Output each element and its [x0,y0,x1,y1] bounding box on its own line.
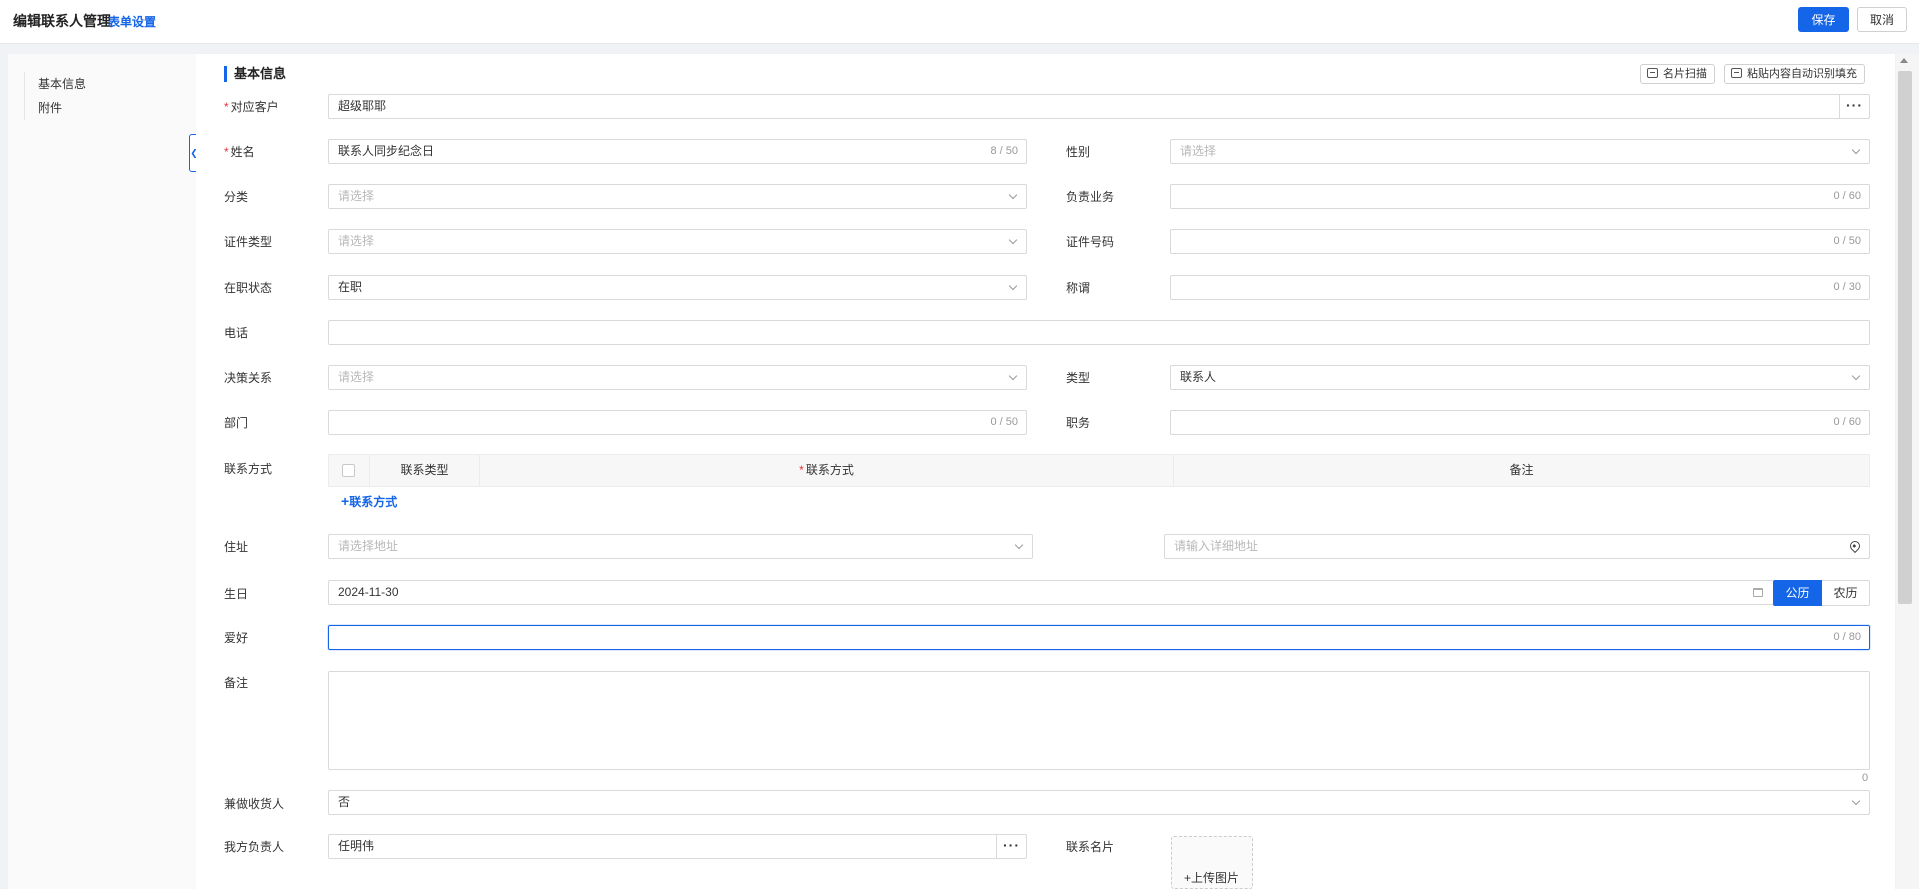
char-count: 0 / 30 [1833,281,1861,293]
remark-textarea[interactable] [328,671,1870,770]
char-count: 8 / 50 [990,145,1018,157]
position-input[interactable]: 0 / 60 [1170,410,1870,435]
column-header: * 联系方式 [480,455,1174,486]
more-icon[interactable]: ··· [1839,95,1869,118]
more-icon[interactable]: ··· [996,835,1026,858]
contact-methods-label: 联系方式 [224,462,273,476]
business-label: 负责业务 [1066,190,1115,204]
receiver-label: 兼做收货人 [224,797,285,811]
char-count: 0 / 50 [990,416,1018,428]
plus-icon: + [1184,871,1192,885]
solar-calendar-toggle[interactable]: 公历 [1773,580,1822,606]
scrollbar-thumb[interactable] [1898,71,1912,604]
category-label: 分类 [224,190,249,204]
section-title: 基本信息 [224,66,286,82]
name-input[interactable]: 联系人同步纪念日 8 / 50 [328,139,1027,164]
customer-field[interactable]: 超级耶耶 ··· [328,94,1870,119]
owner-field[interactable]: 任明伟 ··· [328,834,1027,859]
birthday-date-picker[interactable]: 2024-11-30 [328,580,1774,605]
name-value: 联系人同步纪念日 [338,144,435,158]
phone-label: 电话 [224,326,249,340]
appellation-input[interactable]: 0 / 30 [1170,275,1870,300]
chevron-down-icon [1851,371,1861,381]
id-type-select[interactable]: 请选择 [328,229,1027,254]
chevron-down-icon [1008,281,1018,291]
customer-label: * 对应客户 [224,100,279,114]
hobby-input[interactable]: 0 / 80 [328,625,1870,650]
upload-image-button[interactable]: +上传图片 [1171,836,1253,889]
select-all-checkbox[interactable] [342,464,355,477]
department-label: 部门 [224,416,249,430]
receiver-select[interactable]: 否 [328,790,1870,815]
sidebar: 基本信息 附件 [8,54,196,889]
add-contact-method-button[interactable]: +联系方式 [341,493,397,510]
char-count: 0 [1862,772,1869,784]
card-image-label: 联系名片 [1066,840,1115,854]
section-nav: 基本信息 附件 [24,72,86,120]
category-select[interactable]: 请选择 [328,184,1027,209]
form-settings-link[interactable]: 表单设置 [108,13,156,30]
scroll-up-icon[interactable] [1900,58,1908,63]
hobby-label: 爱好 [224,631,249,645]
appellation-label: 称谓 [1066,281,1091,295]
save-button[interactable]: 保存 [1798,7,1849,32]
cancel-button[interactable]: 取消 [1857,7,1907,32]
chevron-down-icon [1008,190,1018,200]
char-count: 0 / 50 [1833,235,1861,247]
top-bar: 编辑联系人管理 表单设置 保存 取消 [0,0,1919,44]
chevron-down-icon [1008,371,1018,381]
sidebar-item-basic-info[interactable]: 基本信息 [38,72,86,96]
type-label: 类型 [1066,371,1091,385]
location-pin-icon[interactable] [1847,538,1863,554]
id-type-label: 证件类型 [224,235,273,249]
chevron-down-icon [1851,796,1861,806]
gender-select[interactable]: 请选择 [1170,139,1870,164]
address-label: 住址 [224,540,249,554]
column-header: 联系类型 [370,455,480,486]
chevron-down-icon [1851,145,1861,155]
business-input[interactable]: 0 / 60 [1170,184,1870,209]
char-count: 0 / 80 [1833,631,1861,643]
type-select[interactable]: 联系人 [1170,365,1870,390]
sidebar-item-attachments[interactable]: 附件 [38,96,86,120]
id-number-label: 证件号码 [1066,235,1115,249]
remark-label: 备注 [224,676,249,690]
plus-icon: + [341,493,350,509]
char-count: 0 / 60 [1833,416,1861,428]
scan-icon [1647,68,1658,78]
birthday-label: 生日 [224,587,249,601]
scan-icon [1731,68,1742,78]
decision-label: 决策关系 [224,371,273,385]
chevron-down-icon [1008,235,1018,245]
id-number-input[interactable]: 0 / 50 [1170,229,1870,254]
select-all-cell [329,455,370,486]
char-count: 0 / 60 [1833,190,1861,202]
department-input[interactable]: 0 / 50 [328,410,1027,435]
phone-input[interactable] [328,320,1870,345]
decision-select[interactable]: 请选择 [328,365,1027,390]
contact-methods-table-header: 联系类型 * 联系方式 备注 [328,454,1870,487]
calendar-icon [1753,588,1763,597]
position-label: 职务 [1066,416,1091,430]
employment-select[interactable]: 在职 [328,275,1027,300]
page-title: 编辑联系人管理 [13,13,111,29]
chevron-down-icon [1014,540,1024,550]
gender-label: 性别 [1066,145,1091,159]
lunar-calendar-toggle[interactable]: 农历 [1822,580,1870,606]
address-detail-input[interactable]: 请输入详细地址 [1164,534,1870,559]
owner-label: 我方负责人 [224,840,285,854]
card-scan-button[interactable]: 名片扫描 [1640,64,1715,84]
address-select[interactable]: 请选择地址 [328,534,1033,559]
paste-autofill-button[interactable]: 粘贴内容自动识别填充 [1724,64,1865,84]
customer-value: 超级耶耶 [338,99,387,113]
name-label: * 姓名 [224,145,255,159]
employment-label: 在职状态 [224,281,273,295]
column-header: 备注 [1509,463,1534,477]
